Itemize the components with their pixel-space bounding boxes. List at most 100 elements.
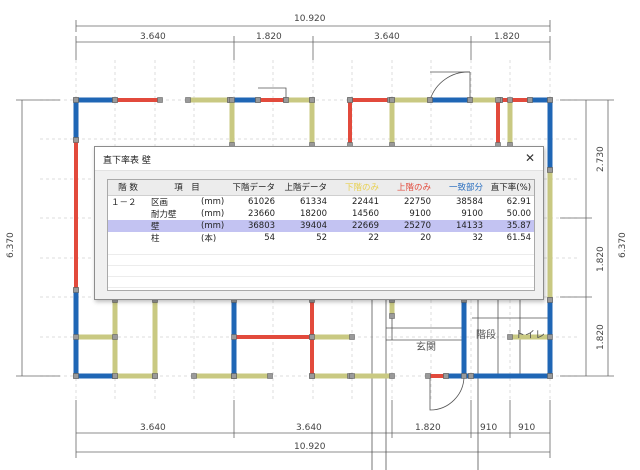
column-marker bbox=[547, 297, 553, 303]
cell-upper: 18200 bbox=[299, 208, 328, 219]
cell-unit: (mm) bbox=[201, 196, 225, 207]
cell-lower: 23660 bbox=[247, 208, 276, 219]
header-rate[interactable]: 直下率(%) bbox=[486, 180, 535, 196]
column-marker bbox=[73, 97, 79, 103]
cell-upper-only: 22750 bbox=[403, 196, 432, 207]
cell-unit: (本) bbox=[201, 233, 217, 244]
dim-top-seg-4: 1.820 bbox=[494, 32, 520, 42]
column-marker bbox=[443, 373, 449, 379]
column-marker bbox=[425, 373, 431, 379]
column-marker bbox=[389, 373, 395, 379]
dim-top-seg-1: 3.640 bbox=[140, 32, 166, 42]
left-dimension bbox=[16, 99, 60, 377]
header-item[interactable]: 項 目 bbox=[148, 180, 227, 196]
column-marker bbox=[73, 287, 79, 293]
cell-upper: 61334 bbox=[299, 196, 328, 207]
column-marker bbox=[112, 97, 118, 103]
table-row[interactable]: 柱 (本) 54 52 22 20 32 61.54 bbox=[108, 232, 534, 244]
header-lower[interactable]: 下階データ bbox=[226, 180, 279, 196]
rate-dialog[interactable]: 直下率表 壁 ✕ 階 数 項 目 下階データ 上階データ 下階のみ 上階のみ 一… bbox=[94, 146, 544, 300]
column-marker bbox=[427, 97, 433, 103]
column-marker bbox=[231, 373, 237, 379]
column-marker bbox=[309, 334, 315, 340]
dim-left-total: 6.370 bbox=[6, 232, 16, 258]
column-marker bbox=[73, 373, 79, 379]
dim-top-seg-2: 1.820 bbox=[256, 32, 282, 42]
column-marker bbox=[467, 97, 473, 103]
cell-unit: (mm) bbox=[201, 208, 225, 219]
cell-unit: (mm) bbox=[198, 219, 227, 232]
rate-table-frame: 階 数 項 目 下階データ 上階データ 下階のみ 上階のみ 一致部分 直下率(%… bbox=[107, 179, 535, 291]
header-match[interactable]: 一致部分 bbox=[434, 180, 487, 196]
cell-rate: 62.91 bbox=[506, 196, 532, 207]
cell-item: 耐力壁 bbox=[151, 209, 177, 220]
cell-lower: 61026 bbox=[247, 196, 276, 207]
column-marker bbox=[152, 373, 158, 379]
column-marker bbox=[185, 97, 191, 103]
cell-floor bbox=[108, 232, 148, 244]
cell-lower-only: 22441 bbox=[351, 196, 380, 207]
cell-lower: 54 bbox=[264, 232, 276, 243]
column-marker bbox=[267, 373, 273, 379]
cell-lower: 36803 bbox=[226, 219, 279, 232]
column-marker bbox=[547, 334, 553, 340]
dim-right-seg-1: 2.730 bbox=[596, 146, 606, 172]
column-marker bbox=[468, 373, 474, 379]
column-marker bbox=[461, 373, 467, 379]
cell-upper-only: 20 bbox=[420, 232, 432, 243]
rate-table: 階 数 項 目 下階データ 上階データ 下階のみ 上階のみ 一致部分 直下率(%… bbox=[108, 180, 535, 288]
dialog-title: 直下率表 壁 bbox=[103, 156, 151, 166]
column-marker bbox=[73, 334, 79, 340]
cell-floor bbox=[108, 219, 148, 232]
column-marker bbox=[112, 334, 118, 340]
cell-match: 14133 bbox=[434, 219, 487, 232]
column-marker bbox=[73, 137, 79, 143]
cell-rate: 61.54 bbox=[506, 232, 532, 243]
table-row[interactable]: 耐力壁 (mm) 23660 18200 14560 9100 9100 50.… bbox=[108, 208, 534, 220]
cell-lower-only: 22669 bbox=[330, 219, 383, 232]
column-marker bbox=[547, 97, 553, 103]
column-marker bbox=[112, 373, 118, 379]
header-lower-only[interactable]: 下階のみ bbox=[330, 180, 383, 196]
dim-bottom-seg-4: 910 bbox=[480, 423, 497, 433]
column-marker bbox=[229, 97, 235, 103]
room-label-toilet: トイレ bbox=[515, 330, 545, 341]
empty-row bbox=[108, 265, 535, 277]
table-header-row: 階 数 項 目 下階データ 上階データ 下階のみ 上階のみ 一致部分 直下率(%… bbox=[108, 180, 535, 196]
header-upper-only[interactable]: 上階のみ bbox=[382, 180, 435, 196]
cell-upper: 52 bbox=[316, 232, 328, 243]
table-row[interactable]: １－２ 区画 (mm) 61026 61334 22441 22750 3858… bbox=[108, 195, 534, 208]
dim-right-seg-2: 1.820 bbox=[596, 246, 606, 272]
column-marker bbox=[309, 373, 315, 379]
column-marker bbox=[349, 334, 355, 340]
cell-upper-only: 9100 bbox=[409, 208, 432, 219]
column-marker bbox=[347, 97, 353, 103]
header-floor[interactable]: 階 数 bbox=[108, 180, 148, 196]
column-marker bbox=[191, 373, 197, 379]
dialog-titlebar[interactable]: 直下率表 壁 ✕ bbox=[95, 147, 543, 171]
column-marker bbox=[547, 373, 553, 379]
column-marker bbox=[157, 97, 163, 103]
cell-rate: 50.00 bbox=[506, 208, 532, 219]
column-marker bbox=[309, 97, 315, 103]
column-marker bbox=[507, 97, 513, 103]
dim-top-total: 10.920 bbox=[294, 14, 326, 24]
cell-lower-only: 22 bbox=[368, 232, 380, 243]
column-marker bbox=[389, 313, 395, 319]
cell-item: 柱 bbox=[151, 233, 160, 244]
table-row-selected[interactable]: 壁 (mm) 36803 39404 22669 25270 14133 35.… bbox=[108, 219, 535, 232]
close-icon[interactable]: ✕ bbox=[519, 148, 541, 168]
column-marker bbox=[547, 167, 553, 173]
cell-match: 32 bbox=[472, 232, 484, 243]
column-marker bbox=[389, 97, 395, 103]
cell-match: 9100 bbox=[461, 208, 484, 219]
cell-lower-only: 14560 bbox=[351, 208, 380, 219]
dim-bottom-seg-5: 910 bbox=[518, 423, 535, 433]
column-marker bbox=[495, 97, 501, 103]
dim-top-seg-3: 3.640 bbox=[374, 32, 400, 42]
column-marker bbox=[231, 334, 237, 340]
cell-item: 区画 bbox=[151, 197, 169, 208]
dim-bottom-seg-1: 3.640 bbox=[140, 423, 166, 433]
dim-bottom-seg-2: 3.640 bbox=[296, 423, 322, 433]
header-upper[interactable]: 上階データ bbox=[278, 180, 331, 196]
